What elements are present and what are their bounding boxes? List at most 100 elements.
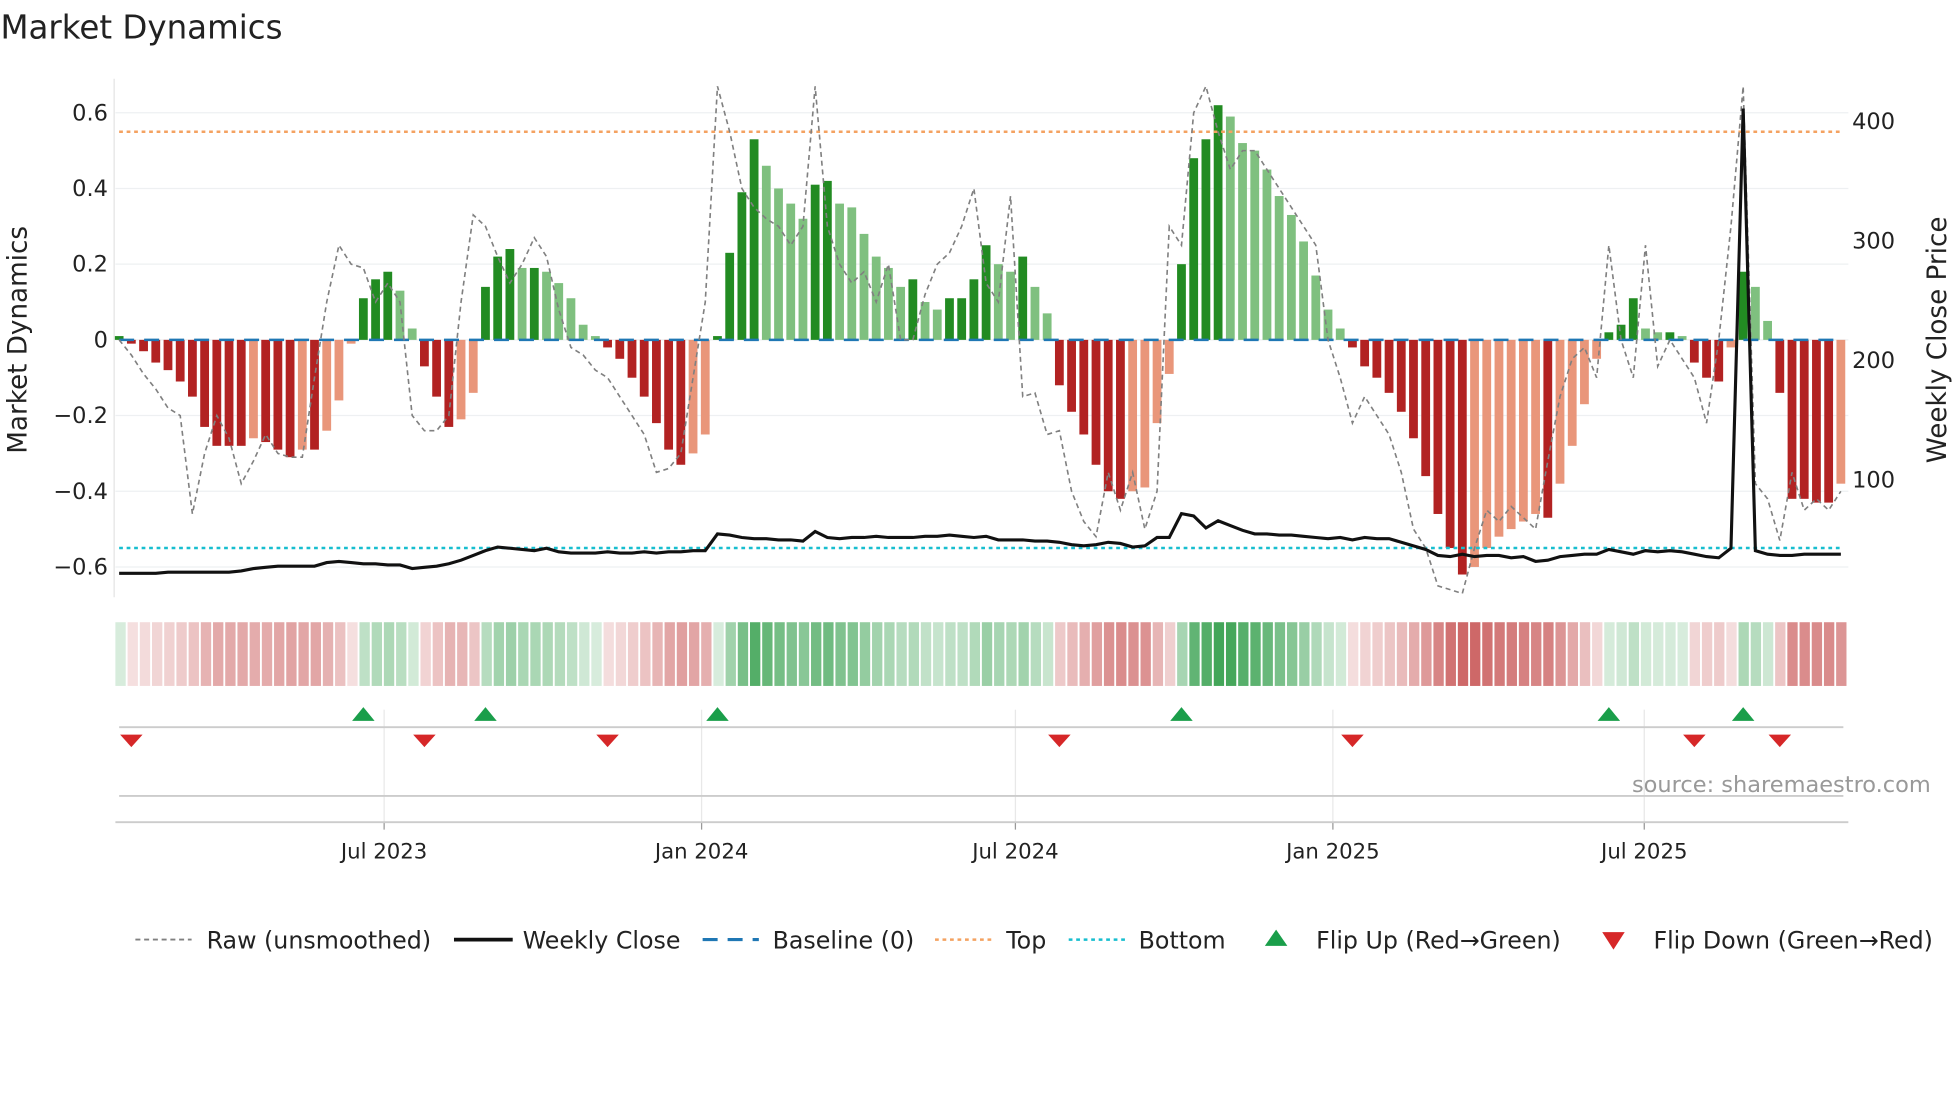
heat-strip-cell	[383, 622, 395, 686]
heat-strip-cell	[1738, 622, 1749, 686]
legend-flip-up-icon	[1264, 929, 1288, 946]
heat-strip-cell	[1677, 622, 1688, 686]
heat-strip-cell	[1543, 622, 1554, 686]
dynamics-bar	[749, 139, 759, 340]
heat-strip-cell	[688, 622, 700, 686]
dynamics-bar	[578, 324, 588, 340]
source-label: source: sharemaestro.com	[1632, 772, 1931, 798]
heat-strip-cell	[908, 622, 919, 686]
heat-strip-cell	[1506, 622, 1517, 686]
dynamics-bar	[945, 298, 954, 340]
dynamics-bar	[1299, 241, 1308, 340]
heat-strip-cell	[1775, 622, 1786, 686]
dynamics-bar	[481, 286, 490, 340]
heat-strip-cell	[1384, 622, 1395, 686]
heat-strip-cell	[1030, 622, 1042, 686]
flip-up-marker	[352, 707, 375, 721]
heat-strip-cell	[823, 622, 834, 686]
heat-strip-cell	[1665, 622, 1676, 686]
heat-strip-cell	[1470, 622, 1481, 686]
legend-label: Baseline (0)	[773, 926, 915, 954]
heat-strip-cell	[176, 622, 187, 686]
dynamics-bar	[1067, 339, 1076, 412]
heat-strip-cell	[1250, 622, 1261, 686]
heat-strip-cell	[200, 622, 212, 686]
heat-strip-cell	[420, 622, 431, 686]
dynamics-bar	[627, 339, 637, 378]
heat-strip-cell	[847, 622, 858, 686]
heat-strip-cell	[872, 622, 883, 686]
heat-strip-cell	[286, 622, 297, 686]
heat-strip-cell	[1323, 622, 1334, 686]
heat-strip-cell	[749, 622, 761, 686]
dynamics-bar	[615, 339, 625, 359]
dynamics-bar	[639, 339, 649, 397]
heat-strip-cell	[1653, 622, 1664, 686]
heat-strip-cell	[1799, 622, 1810, 686]
heat-strip-cell	[1445, 622, 1456, 686]
heat-strip-cell	[1689, 622, 1701, 686]
dynamics-bar	[200, 339, 210, 427]
dynamics-bar	[1702, 339, 1711, 378]
heat-strip-cell	[1396, 622, 1408, 686]
heat-strip-cell	[1409, 622, 1420, 686]
heat-strip-cell	[1616, 622, 1627, 686]
dynamics-bar	[1225, 116, 1235, 340]
heat-strip-cell	[1421, 622, 1432, 686]
heat-strip-cell	[249, 622, 260, 686]
y-tick-label: −0.4	[53, 479, 108, 505]
dynamics-bar	[505, 249, 515, 340]
heat-strip-cell	[920, 622, 932, 686]
dynamics-bar	[896, 286, 906, 340]
dynamics-bar	[1274, 196, 1284, 340]
heat-strip-cell	[1201, 622, 1212, 686]
heat-strip-cell	[1640, 622, 1652, 686]
x-tick-label: Jul 2023	[339, 839, 427, 864]
axes: 0.6 0.4 0.2 0 −0.2 −0.4 −0.6 400 300 200 100 Jul 20…	[53, 78, 1895, 864]
legend: Raw (unsmoothed) Weekly Close Baseline (0)…	[135, 926, 1933, 954]
dynamics-bar	[774, 188, 783, 340]
dynamics-bar	[920, 302, 930, 340]
dynamics-bar	[163, 339, 173, 371]
heat-strip-cell	[237, 622, 248, 686]
dynamics-bar	[1812, 339, 1821, 503]
heat-strip-cell	[359, 622, 370, 686]
dynamics-bar	[407, 328, 417, 340]
dynamics-bar	[969, 279, 979, 340]
flip-up-marker	[706, 707, 729, 721]
heat-strip-cell	[811, 622, 822, 686]
dynamics-bar	[1543, 339, 1553, 518]
dynamics-bar	[737, 192, 747, 340]
heat-strip-cell	[408, 622, 419, 686]
heat-strip-cell	[469, 622, 480, 686]
heat-strip-cell	[640, 622, 651, 686]
heat-strip-cell	[713, 622, 724, 686]
heat-strip-cell	[213, 622, 224, 686]
heat-strip-cell	[1592, 622, 1603, 686]
heat-strip-cell	[554, 622, 566, 686]
signal-strip	[115, 707, 1849, 824]
heat-strip-cell	[1531, 622, 1542, 686]
dynamics-bar	[1250, 150, 1260, 340]
heat-strip-cell	[884, 622, 895, 686]
heat-strip-cell	[701, 622, 712, 686]
heat-strip-cell	[1787, 622, 1798, 686]
heat-strip-cell	[347, 622, 358, 686]
dynamics-bar	[542, 271, 551, 340]
y2-tick-label: 200	[1852, 348, 1895, 374]
y-tick-label: 0.6	[72, 100, 108, 126]
dynamics-bar	[1433, 339, 1443, 514]
heat-strip-cell	[1274, 622, 1286, 686]
heat-strip-cell	[1482, 622, 1493, 686]
heat-strip-cell	[1262, 622, 1273, 686]
legend-label: Flip Down (Green→Red)	[1653, 926, 1932, 954]
heat-strip-cell	[1189, 622, 1200, 686]
grid	[115, 112, 1849, 828]
dynamics-bar	[236, 339, 246, 446]
heat-strip-cell	[1140, 622, 1151, 686]
heat-strip-cell	[969, 622, 980, 686]
dynamics-bar	[322, 339, 332, 431]
dynamics-bar	[1006, 271, 1015, 340]
y-tick-label: −0.2	[53, 403, 108, 429]
dynamics-bar	[871, 256, 881, 340]
